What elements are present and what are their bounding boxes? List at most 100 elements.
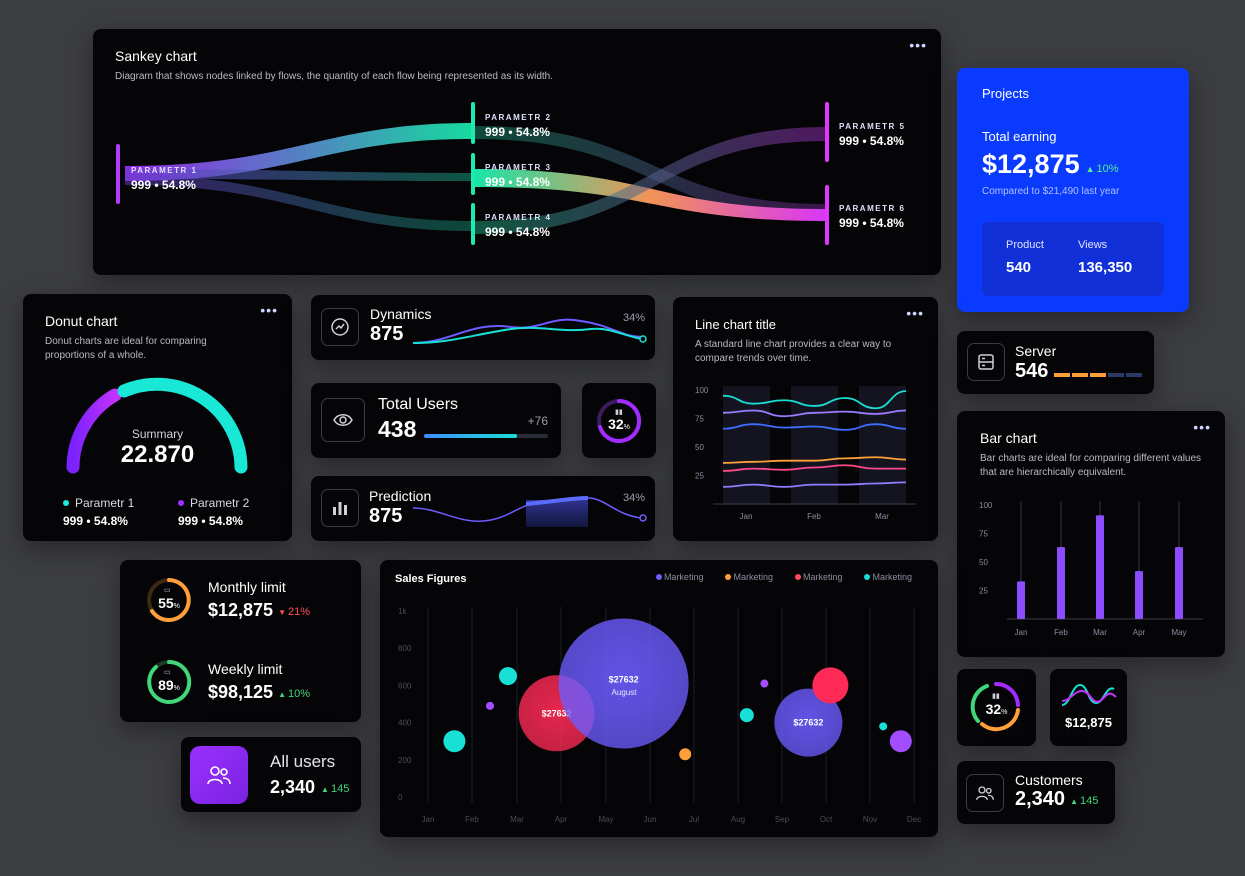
bubble <box>739 708 754 723</box>
bubble-sublabel: August <box>611 688 637 697</box>
users-progress <box>424 434 548 438</box>
wave-icon <box>1061 683 1117 706</box>
summary-label: Summary <box>131 427 184 441</box>
donut-card: Donut chart Donut charts are ideal for c… <box>23 294 292 541</box>
dynamics-pct: 34% <box>622 312 645 324</box>
node-pct: 54.8% <box>869 216 904 230</box>
bubble <box>499 667 517 686</box>
x-tick-label: Jun <box>644 815 657 824</box>
node-name: PARAMETR 4 <box>485 213 552 222</box>
legend-dot <box>178 500 184 506</box>
bar-chart-card: Bar chart Bar charts are ideal for compa… <box>957 411 1225 657</box>
x-tick-label: Oct <box>820 815 833 824</box>
separator: • <box>508 225 513 239</box>
y-tick-label: 75 <box>695 415 704 424</box>
sankey-node-2: PARAMETR 2 999 • 54.8% <box>485 110 551 140</box>
sankey-node-6: PARAMETR 6 999 • 54.8% <box>839 201 905 231</box>
y-tick-label: 50 <box>979 558 988 567</box>
donut-legend-1: Parametr 1 999 • 54.8% <box>63 494 134 530</box>
server-card: Server 546 <box>957 331 1154 394</box>
calendar-icon: ▭ <box>164 669 171 676</box>
node-pct: 54.8% <box>515 125 550 139</box>
line-chart: 25 50 75 100 Jan Feb Mar <box>695 386 916 521</box>
node-value: 999 <box>839 134 860 148</box>
down-arrow-icon: ▼ <box>278 608 286 617</box>
customers-label: Customers <box>1015 772 1083 788</box>
views-label: Views <box>1078 239 1108 251</box>
total-users-card: Total Users 438 +76 <box>311 383 561 458</box>
sankey-node-4: PARAMETR 4 999 • 54.8% <box>485 210 551 240</box>
bubble <box>760 679 769 688</box>
x-tick-label: Feb <box>807 512 821 521</box>
weekly-label: Weekly limit <box>208 661 283 677</box>
users-icon <box>966 774 1004 812</box>
server-icon <box>967 343 1005 381</box>
users-icon <box>190 746 248 804</box>
bubble-chart: 0 200 400 600 800 1k Jan Feb Mar Apr May Jun Jul Aug S… <box>398 607 921 824</box>
bar-chart: 25 50 75 100 Jan Feb Mar Apr May <box>979 501 1203 637</box>
x-tick-label: Feb <box>465 815 479 824</box>
gauge-unit: % <box>1001 709 1008 716</box>
more-icon[interactable]: ••• <box>260 302 278 318</box>
bubble-label: $27632 <box>793 718 823 728</box>
bubble <box>889 730 912 753</box>
product-value: 540 <box>1006 259 1032 276</box>
gauge-value: 32 <box>608 416 624 432</box>
x-tick-label: Jan <box>1015 628 1028 637</box>
monthly-label: Monthly limit <box>208 579 286 595</box>
legend-pct: 54.8% <box>208 514 243 528</box>
bar <box>1017 581 1025 619</box>
y-tick-label: 25 <box>979 587 988 596</box>
node-pct: 54.8% <box>161 178 196 192</box>
node-name: PARAMETR 2 <box>485 113 552 122</box>
prediction-sparkline <box>412 496 647 527</box>
bars-icon: ▮▮ <box>992 693 1000 700</box>
all-users-label: All users <box>270 752 336 771</box>
x-tick-label: Apr <box>555 815 568 824</box>
projects-stats: Product 540 Views 136,350 <box>982 222 1164 296</box>
weekly-value: $98,125 <box>208 682 274 702</box>
separator: • <box>154 178 159 192</box>
bar <box>1175 547 1183 619</box>
monthly-value: $12,875 <box>208 600 274 620</box>
up-arrow-icon: ▲ <box>1085 164 1095 174</box>
donut-legend-2: Parametr 2 999 • 54.8% <box>178 494 249 530</box>
bubble-label: $27632 <box>609 675 639 685</box>
server-label: Server <box>1015 343 1057 359</box>
line-chart-card: Line chart title A standard line chart p… <box>673 297 938 541</box>
x-tick-label: Dec <box>907 815 921 824</box>
gauge-card: ▮▮ 32% <box>582 383 656 458</box>
y-tick-label: 25 <box>695 472 704 481</box>
legend-value: 999 <box>178 514 199 528</box>
eye-icon <box>321 398 365 442</box>
bubble <box>879 722 888 731</box>
y-tick-label: 800 <box>398 644 412 653</box>
gauge-unit: % <box>173 685 180 692</box>
all-users-change: 145 <box>330 783 350 795</box>
sankey-card: Sankey chart Diagram that shows nodes li… <box>93 29 941 275</box>
donut-title: Donut chart <box>45 313 118 329</box>
wave-value: $12,875 <box>1065 715 1112 730</box>
x-tick-label: Sep <box>775 815 790 824</box>
x-tick-label: Feb <box>1054 628 1068 637</box>
summary-value: 22.870 <box>120 441 195 468</box>
bar <box>1096 515 1104 619</box>
server-load-bar <box>1054 373 1142 377</box>
prediction-card: Prediction 875 34% <box>311 476 655 541</box>
y-tick-label: 100 <box>979 501 993 510</box>
customers-value: 2,340 <box>1015 788 1066 810</box>
total-users-delta: +76 <box>527 414 548 428</box>
x-tick-label: Aug <box>731 815 745 824</box>
separator: • <box>201 514 206 528</box>
all-users-value: 2,340 <box>270 777 316 797</box>
bubble <box>486 701 494 710</box>
x-tick-label: Apr <box>1133 628 1146 637</box>
projects-card: Projects Total earning $12,875 ▲ 10% Com… <box>957 68 1189 312</box>
x-tick-label: Mar <box>875 512 889 521</box>
node-value: 999 <box>131 178 152 192</box>
separator: • <box>862 216 867 230</box>
sales-card: Sales Figures Marketing Marketing Market… <box>380 560 938 837</box>
monthly-gauge-value: 55 <box>158 595 174 611</box>
legend-dot <box>63 500 69 506</box>
prediction-pct: 34% <box>622 492 645 504</box>
